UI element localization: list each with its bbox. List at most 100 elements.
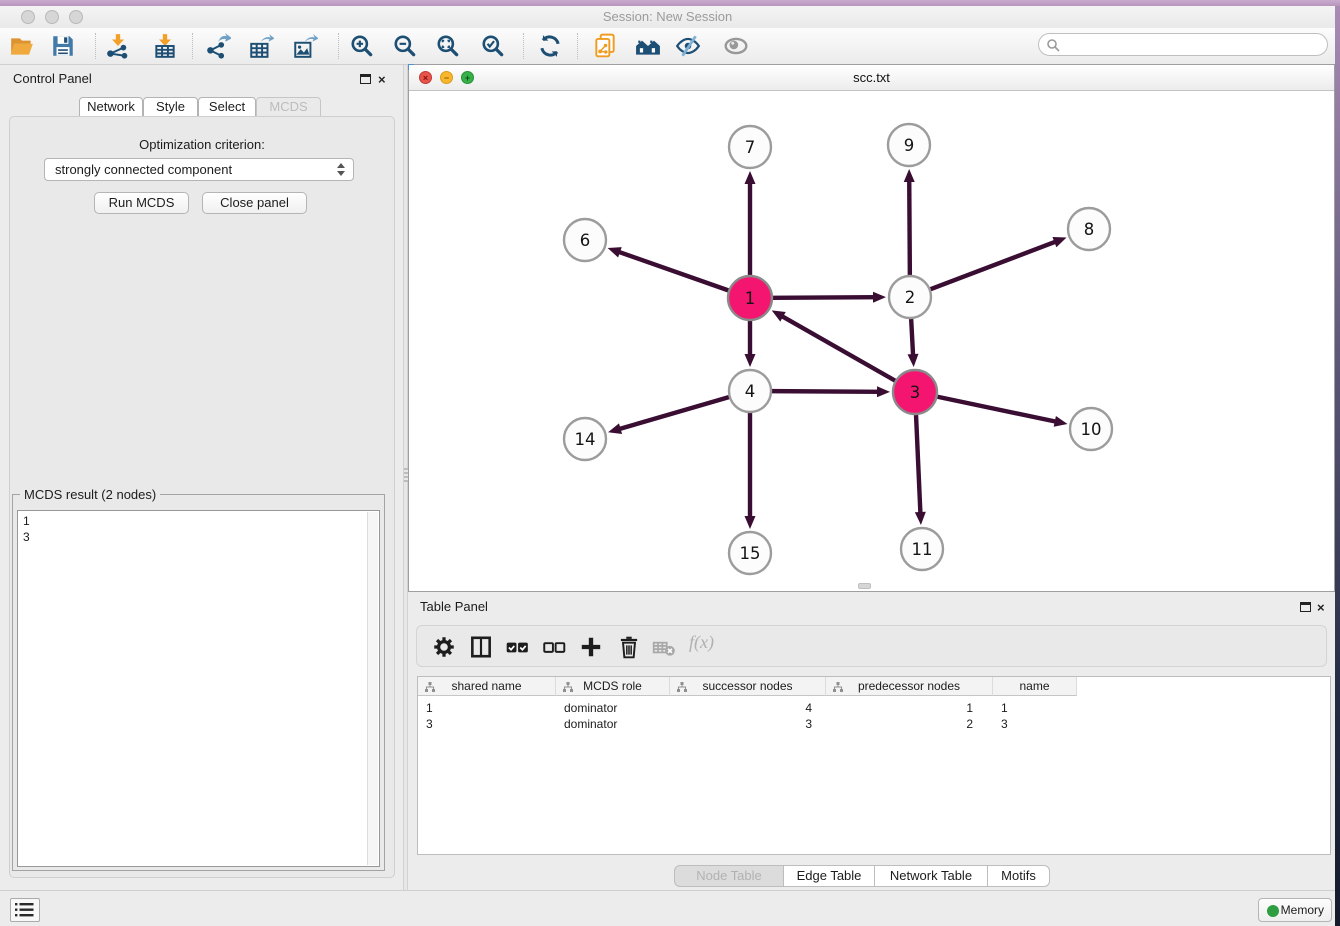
graph-node-label-3: 3 bbox=[910, 383, 921, 402]
select-stepper-icon bbox=[337, 163, 345, 176]
network-canvas[interactable]: 1234678910111415 bbox=[409, 91, 1334, 592]
table-cell[interactable]: 1 bbox=[418, 700, 556, 716]
table-cell[interactable]: 2 bbox=[826, 716, 993, 732]
open-session-icon[interactable] bbox=[9, 33, 35, 59]
mcds-result-text: 1 3 bbox=[23, 513, 30, 545]
column-header-predecessor-nodes[interactable]: predecessor nodes bbox=[826, 677, 993, 696]
graph-edge-arrowhead bbox=[915, 512, 926, 525]
graph-edge-3-1[interactable] bbox=[780, 315, 895, 380]
toolbar-separator bbox=[95, 33, 96, 59]
delete-table-icon[interactable] bbox=[651, 634, 677, 660]
import-table-icon[interactable] bbox=[152, 33, 178, 59]
zoom-out-icon[interactable] bbox=[392, 33, 418, 59]
graph-edge-4-3[interactable] bbox=[772, 391, 880, 392]
graph-edge-2-3[interactable] bbox=[911, 319, 913, 357]
table-cell[interactable]: 3 bbox=[418, 716, 556, 732]
task-history-button[interactable] bbox=[10, 898, 40, 922]
graph-edge-1-2[interactable] bbox=[773, 297, 876, 298]
graph-edge-1-6[interactable] bbox=[617, 251, 728, 290]
search-input[interactable] bbox=[1038, 33, 1328, 56]
table-cell[interactable]: dominator bbox=[556, 716, 670, 732]
graph-edge-arrowhead bbox=[608, 423, 622, 434]
zoom-in-icon[interactable] bbox=[349, 33, 375, 59]
mcds-result-scrollbar[interactable] bbox=[367, 512, 378, 865]
list-icon bbox=[15, 902, 35, 918]
column-header-name[interactable]: name bbox=[993, 677, 1077, 696]
deselect-all-icon[interactable] bbox=[541, 634, 567, 660]
tab-node-table[interactable]: Node Table bbox=[674, 865, 784, 887]
export-image-icon[interactable] bbox=[292, 33, 318, 59]
table-panel-float-icon[interactable] bbox=[1300, 602, 1311, 612]
column-header-successor-nodes[interactable]: successor nodes bbox=[670, 677, 826, 696]
birdseye-view-icon[interactable] bbox=[723, 33, 749, 59]
tab-select[interactable]: Select bbox=[198, 97, 256, 117]
window-titlebar[interactable]: Session: New Session bbox=[0, 6, 1335, 28]
graph-edge-arrowhead bbox=[608, 247, 622, 257]
graph-edge-4-14[interactable] bbox=[618, 397, 729, 429]
node-table: shared nameMCDS rolesuccessor nodesprede… bbox=[417, 676, 1331, 855]
column-header-mcds-role[interactable]: MCDS role bbox=[556, 677, 670, 696]
main-toolbar bbox=[0, 28, 1335, 65]
network-window-title: scc.txt bbox=[409, 70, 1334, 85]
graph-node-label-7: 7 bbox=[745, 138, 756, 157]
network-view-window: × − + scc.txt 1234678910111415 bbox=[408, 64, 1335, 592]
table-cell[interactable]: 3 bbox=[670, 716, 826, 732]
tab-motifs[interactable]: Motifs bbox=[988, 865, 1050, 887]
search-icon bbox=[1046, 38, 1061, 53]
select-all-icon[interactable] bbox=[504, 634, 530, 660]
tab-network-table[interactable]: Network Table bbox=[875, 865, 988, 887]
home-icon[interactable] bbox=[635, 33, 661, 59]
save-session-icon[interactable] bbox=[50, 33, 76, 59]
mcds-result-group: MCDS result (2 nodes) 1 3 bbox=[12, 494, 385, 871]
criterion-select[interactable]: strongly connected component bbox=[44, 158, 354, 181]
mcds-result-textarea[interactable]: 1 3 bbox=[17, 510, 380, 867]
toolbar-separator bbox=[338, 33, 339, 59]
control-panel-float-icon[interactable] bbox=[360, 74, 371, 84]
zoom-selected-icon[interactable] bbox=[480, 33, 506, 59]
application-window: Session: New Session bbox=[0, 0, 1340, 926]
table-cell[interactable]: 1 bbox=[826, 700, 993, 716]
graph-edge-3-11[interactable] bbox=[916, 415, 920, 515]
graph-edge-2-8[interactable] bbox=[931, 241, 1058, 289]
run-mcds-button[interactable]: Run MCDS bbox=[94, 192, 189, 214]
tab-style[interactable]: Style bbox=[143, 97, 198, 117]
table-cell[interactable]: 3 bbox=[993, 716, 1077, 732]
delete-column-icon[interactable] bbox=[616, 634, 642, 660]
graph-edge-3-10[interactable] bbox=[938, 397, 1058, 422]
graph-node-label-14: 14 bbox=[575, 430, 596, 449]
graph-edge-arrowhead bbox=[904, 169, 915, 182]
graph-edge-arrowhead bbox=[873, 292, 886, 303]
column-header-shared-name[interactable]: shared name bbox=[418, 677, 556, 696]
add-column-icon[interactable] bbox=[578, 634, 604, 660]
close-panel-button[interactable]: Close panel bbox=[202, 192, 307, 214]
network-window-titlebar[interactable]: × − + scc.txt bbox=[409, 65, 1334, 91]
memory-button[interactable]: Memory bbox=[1258, 898, 1332, 922]
import-network-icon[interactable] bbox=[105, 33, 131, 59]
function-builder-icon[interactable]: f(x) bbox=[689, 632, 714, 653]
table-cell[interactable]: 4 bbox=[670, 700, 826, 716]
show-columns-icon[interactable] bbox=[468, 634, 494, 660]
table-panel-close-icon[interactable]: × bbox=[1317, 601, 1325, 614]
zoom-fit-icon[interactable] bbox=[435, 33, 461, 59]
tab-mcds[interactable]: MCDS bbox=[256, 97, 321, 117]
table-cell[interactable]: 1 bbox=[993, 700, 1077, 716]
horizontal-splitter-grip[interactable] bbox=[858, 583, 871, 589]
graph-edge-arrowhead bbox=[745, 171, 756, 184]
graph-edge-2-9[interactable] bbox=[909, 179, 910, 275]
graph-node-label-4: 4 bbox=[745, 382, 756, 401]
table-settings-gear-icon[interactable] bbox=[431, 634, 457, 660]
toolbar-separator bbox=[577, 33, 578, 59]
clone-network-icon[interactable] bbox=[592, 33, 618, 59]
tab-network[interactable]: Network bbox=[79, 97, 143, 117]
tab-edge-table[interactable]: Edge Table bbox=[784, 865, 875, 887]
memory-label: Memory bbox=[1281, 903, 1324, 917]
control-panel-close-icon[interactable]: × bbox=[378, 73, 386, 86]
desktop-wallpaper-strip bbox=[1335, 6, 1340, 926]
hide-graphics-details-icon[interactable] bbox=[675, 33, 701, 59]
export-network-icon[interactable] bbox=[205, 33, 231, 59]
table-cell[interactable]: dominator bbox=[556, 700, 670, 716]
refresh-icon[interactable] bbox=[537, 33, 563, 59]
export-table-icon[interactable] bbox=[248, 33, 274, 59]
graph-node-label-8: 8 bbox=[1084, 220, 1095, 239]
window-title: Session: New Session bbox=[0, 9, 1335, 24]
